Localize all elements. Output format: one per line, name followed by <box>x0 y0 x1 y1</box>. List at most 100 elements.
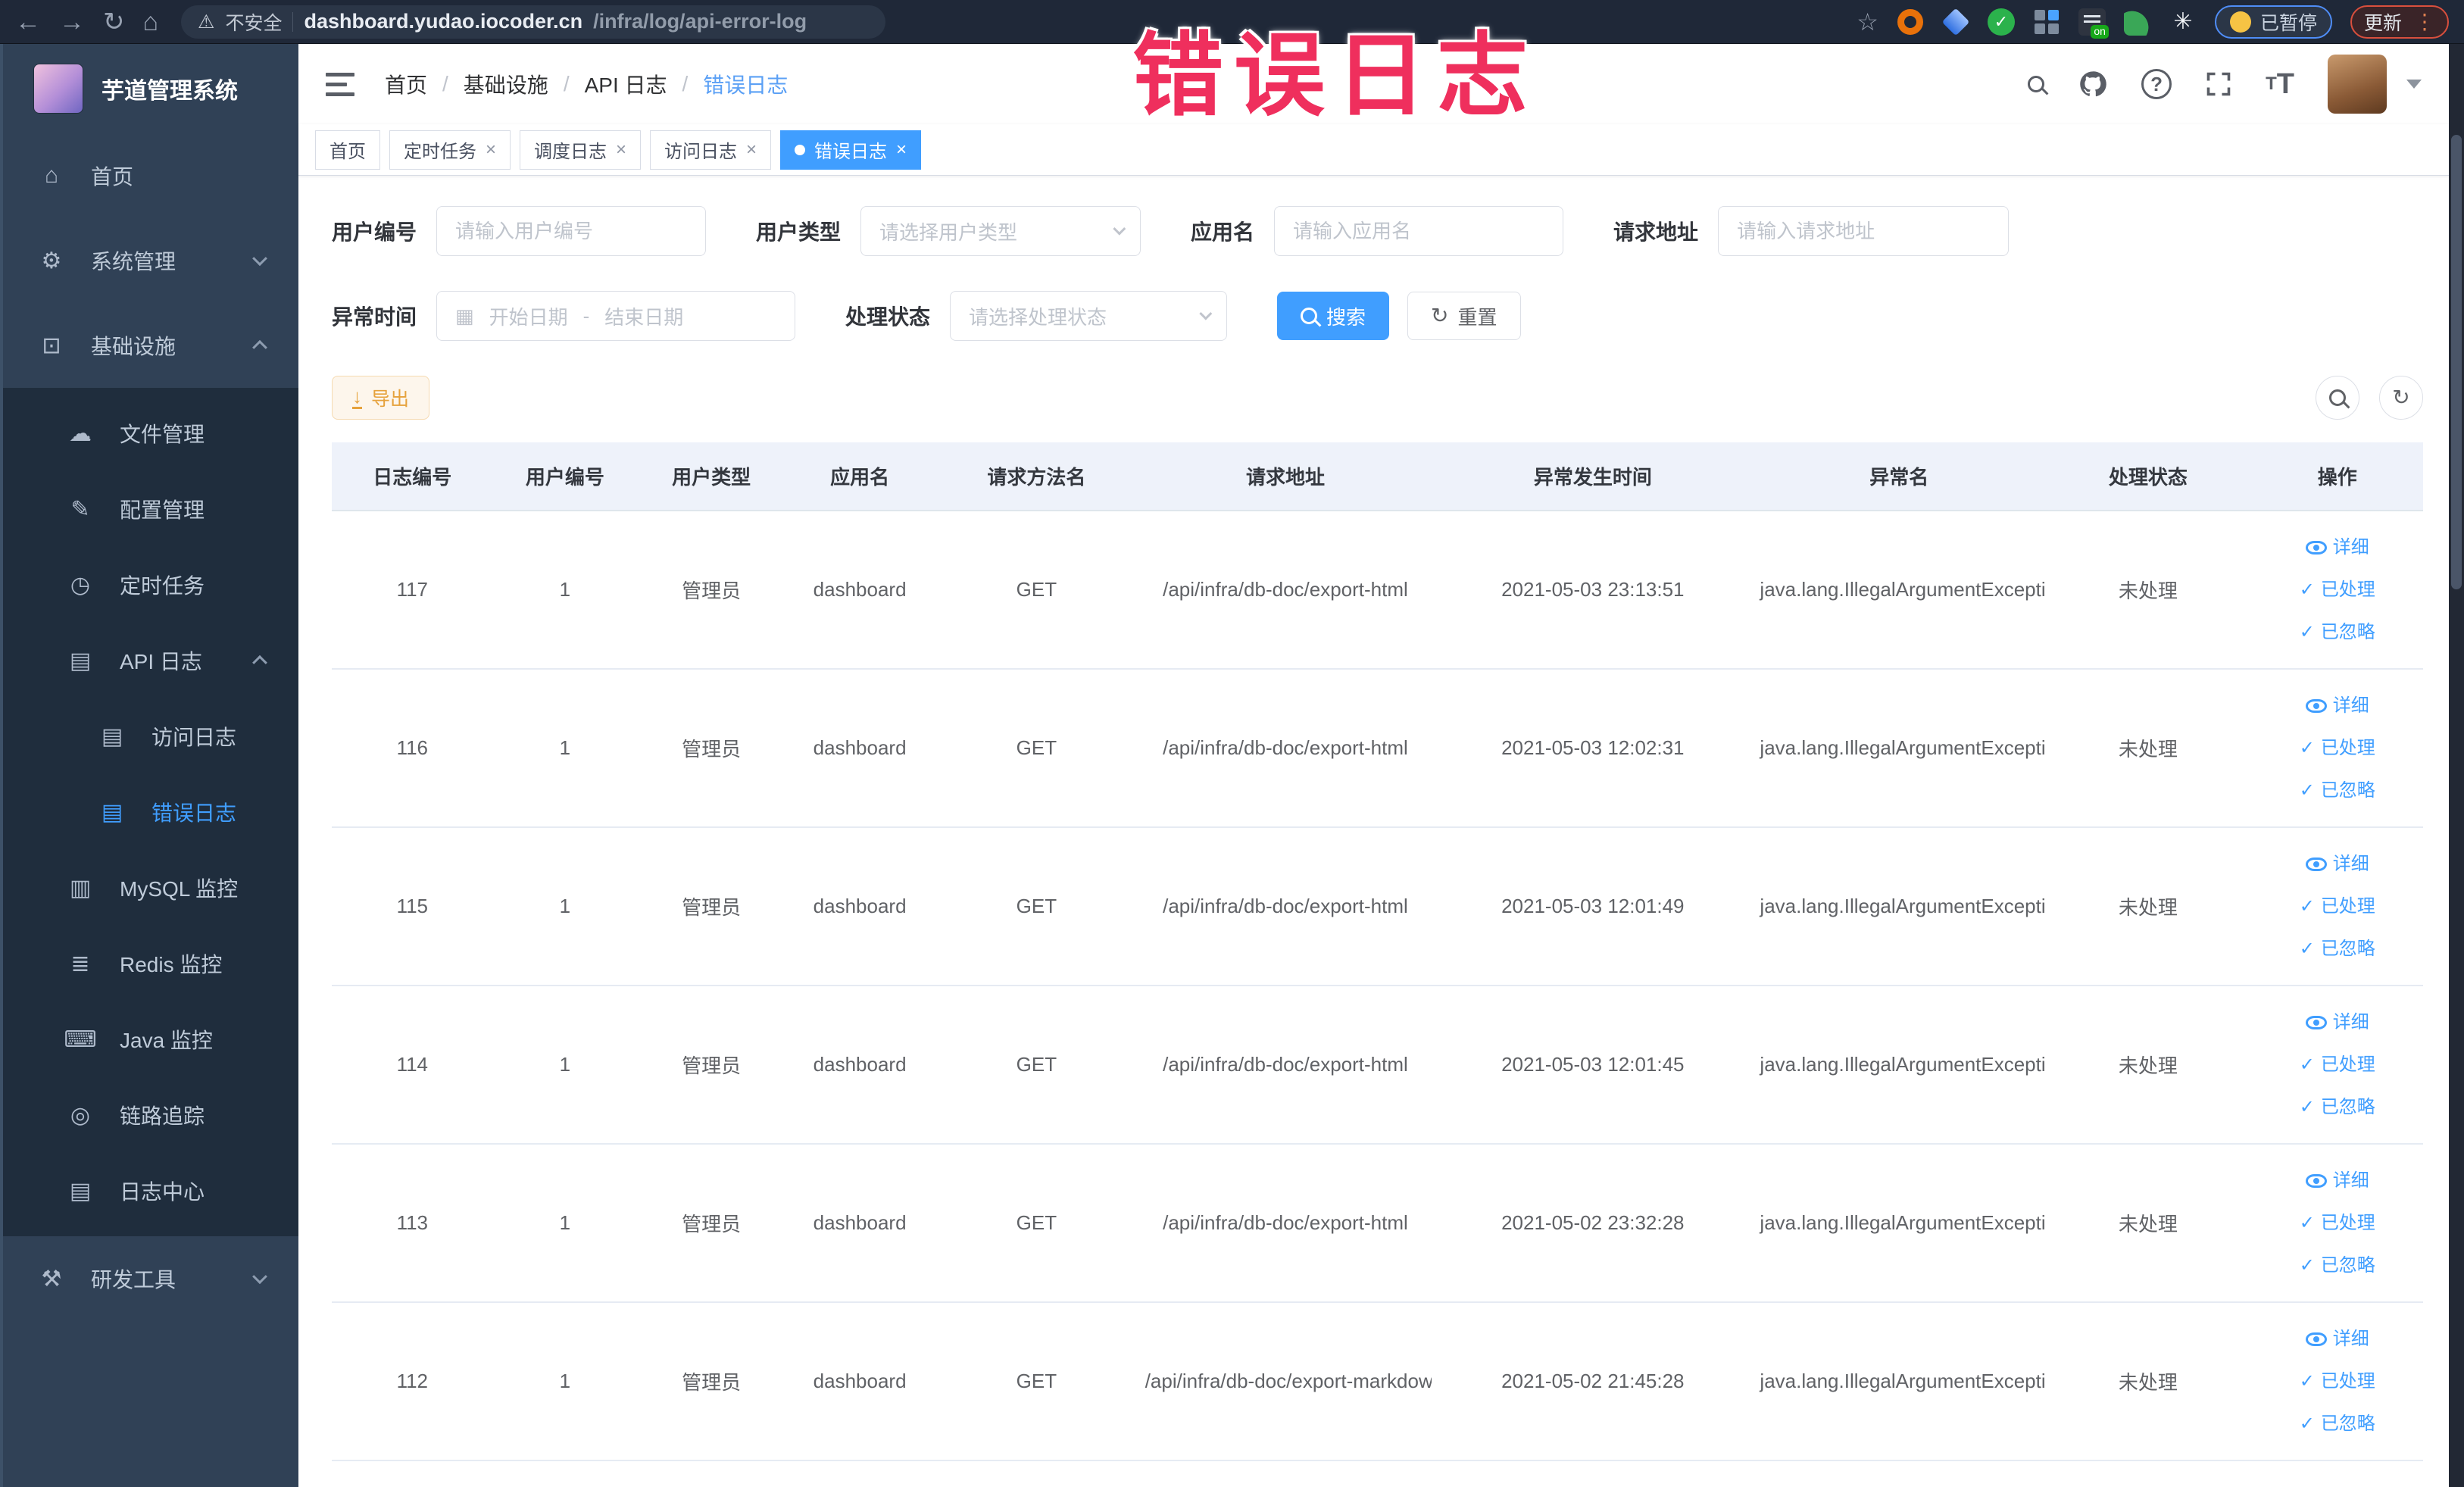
user-avatar[interactable] <box>2328 55 2387 114</box>
mark-ignored-link[interactable]: ✓ 已忽略 <box>2258 1245 2417 1287</box>
font-size-icon[interactable]: TT <box>2266 68 2294 101</box>
tab-schedule-log[interactable]: 调度日志 × <box>520 130 642 170</box>
mark-ignored-link[interactable]: ✓ 已忽略 <box>2258 770 2417 812</box>
bookmark-star-icon[interactable]: ☆ <box>1857 8 1878 36</box>
table-tools: ↻ <box>2316 376 2423 420</box>
app-title: 芋道管理系统 <box>101 79 238 104</box>
fullscreen-icon[interactable] <box>2205 70 2232 98</box>
detail-link[interactable]: 详细 <box>2258 1001 2417 1044</box>
sidebar-item-dev-tools[interactable]: ⚒ 研发工具 <box>3 1236 298 1321</box>
search-icon[interactable] <box>2028 76 2045 92</box>
mark-ignored-link[interactable]: ✓ 已忽略 <box>2258 611 2417 654</box>
avatar-dropdown-icon[interactable] <box>2406 80 2422 89</box>
mark-processed-link[interactable]: ✓ 已处理 <box>2258 1360 2417 1403</box>
export-button[interactable]: ↓ 导出 <box>332 376 430 420</box>
extension-onoff-icon[interactable]: on <box>2078 8 2109 39</box>
profile-paused-badge[interactable]: 已暂停 <box>2214 5 2332 39</box>
detail-link[interactable]: 详细 <box>2258 1160 2417 1202</box>
tab-label: 定时任务 <box>404 142 476 162</box>
mark-processed-link[interactable]: ✓ 已处理 <box>2258 1202 2417 1245</box>
forward-icon[interactable]: → <box>59 9 85 35</box>
github-icon[interactable] <box>2078 69 2108 99</box>
close-icon[interactable]: × <box>896 139 907 161</box>
extension-leaf-icon[interactable] <box>2123 8 2151 36</box>
detail-link[interactable]: 详细 <box>2258 1318 2417 1360</box>
scrollbar-thumb[interactable] <box>2451 135 2462 589</box>
user-id-input[interactable] <box>436 206 707 256</box>
sidebar-item-system-mgmt[interactable]: ⚙ 系统管理 <box>3 218 298 303</box>
chrome-menu-icon[interactable]: ⋮ <box>2414 9 2435 34</box>
user-type-select[interactable]: 请选择用户类型 <box>860 206 1141 256</box>
sidebar-item-mysql-monitor[interactable]: ▥ MySQL 监控 <box>3 850 298 926</box>
mark-processed-link[interactable]: ✓ 已处理 <box>2258 886 2417 928</box>
sidebar-item-scheduled-jobs[interactable]: ◷ 定时任务 <box>3 547 298 623</box>
breadcrumb-infrastructure[interactable]: 基础设施 <box>464 69 548 99</box>
refresh-table-button[interactable]: ↻ <box>2379 376 2423 420</box>
chrome-update-button[interactable]: 更新 ⋮ <box>2350 5 2449 39</box>
search-button[interactable]: 搜索 <box>1277 292 1390 340</box>
sidebar-item-config-mgmt[interactable]: ✎ 配置管理 <box>3 471 298 547</box>
security-label: 不安全 <box>225 12 283 34</box>
mark-ignored-link[interactable]: ✓ 已忽略 <box>2258 928 2417 970</box>
tab-error-log[interactable]: 错误日志 × <box>780 130 922 170</box>
check-icon: ✓ <box>2299 579 2315 600</box>
sidebar-item-label: 访问日志 <box>151 726 237 749</box>
breadcrumb-home[interactable]: 首页 <box>385 69 427 99</box>
sidebar-item-label: 文件管理 <box>120 423 205 446</box>
detail-link[interactable]: 详细 <box>2258 526 2417 569</box>
toggle-search-button[interactable] <box>2316 376 2359 420</box>
extension-green-check-icon[interactable]: ✓ <box>1987 8 2015 36</box>
process-status-select[interactable]: 请选择处理状态 <box>950 291 1228 341</box>
mark-processed-link[interactable]: ✓ 已处理 <box>2258 1044 2417 1086</box>
cell-user-type: 管理员 <box>637 1144 786 1303</box>
sidebar-item-infrastructure[interactable]: ⊡ 基础设施 <box>3 303 298 388</box>
exception-time-range-picker[interactable]: ▦ 开始日期 - 结束日期 <box>436 291 796 341</box>
back-icon[interactable]: ← <box>15 9 41 35</box>
download-icon: ↓ <box>352 385 362 409</box>
close-icon[interactable]: × <box>616 139 626 161</box>
mark-ignored-link[interactable]: ✓ 已忽略 <box>2258 1086 2417 1129</box>
refresh-icon: ↻ <box>1431 304 1449 327</box>
app-logo[interactable]: 芋道管理系统 <box>3 44 298 133</box>
check-icon: ✓ <box>2299 938 2315 959</box>
mark-processed-link[interactable]: ✓ 已处理 <box>2258 569 2417 611</box>
breadcrumb-api-log[interactable]: API 日志 <box>585 69 667 99</box>
home-icon[interactable]: ⌂ <box>143 9 159 35</box>
profile-avatar-icon <box>2229 11 2251 33</box>
refresh-icon: ↻ <box>2392 386 2410 409</box>
sidebar-item-log-center[interactable]: ▤ 日志中心 <box>3 1153 298 1229</box>
detail-link[interactable]: 详细 <box>2258 843 2417 886</box>
extension-shield-icon[interactable] <box>1941 8 1970 36</box>
address-bar[interactable]: ⚠ 不安全 dashboard.yudao.iocoder.cn/infra/l… <box>181 5 886 39</box>
field-label: 异常时间 <box>332 305 417 329</box>
browser-scrollbar[interactable] <box>2449 44 2464 1487</box>
table-row: 117 1 管理员 dashboard GET /api/infra/db-do… <box>332 511 2423 670</box>
detail-link[interactable]: 详细 <box>2258 685 2417 727</box>
close-icon[interactable]: × <box>746 139 757 161</box>
reset-button[interactable]: ↻ 重置 <box>1407 292 1521 340</box>
mark-ignored-link[interactable]: ✓ 已忽略 <box>2258 1403 2417 1445</box>
sidebar-item-home[interactable]: ⌂ 首页 <box>3 133 298 218</box>
extension-grid-icon[interactable] <box>2033 8 2060 36</box>
extension-orange-icon[interactable] <box>1897 8 1924 36</box>
help-icon[interactable]: ? <box>2141 69 2172 99</box>
close-icon[interactable]: × <box>486 139 496 161</box>
app-name-input[interactable] <box>1274 206 1564 256</box>
sidebar-item-api-log[interactable]: ▤ API 日志 <box>3 623 298 698</box>
request-url-input[interactable] <box>1718 206 2010 256</box>
col-method: 请求方法名 <box>934 442 1139 511</box>
cell-status: 未处理 <box>2044 511 2252 670</box>
sidebar-item-file-mgmt[interactable]: ☁ 文件管理 <box>3 395 298 471</box>
extensions-puzzle-icon[interactable]: ✳ <box>2169 8 2197 36</box>
sidebar-item-trace[interactable]: ◎ 链路追踪 <box>3 1077 298 1153</box>
tab-scheduled-jobs[interactable]: 定时任务 × <box>389 130 511 170</box>
sidebar-item-access-log[interactable]: ▤ 访问日志 <box>3 698 298 774</box>
sidebar-item-redis-monitor[interactable]: ≣ Redis 监控 <box>3 926 298 1001</box>
mark-processed-link[interactable]: ✓ 已处理 <box>2258 727 2417 770</box>
sidebar-item-error-log[interactable]: ▤ 错误日志 <box>3 774 298 850</box>
hamburger-icon[interactable] <box>326 72 354 96</box>
reload-icon[interactable]: ↻ <box>103 9 125 35</box>
tab-home[interactable]: 首页 <box>315 130 380 170</box>
sidebar-item-java-monitor[interactable]: ⌨ Java 监控 <box>3 1001 298 1077</box>
tab-access-log[interactable]: 访问日志 × <box>650 130 772 170</box>
